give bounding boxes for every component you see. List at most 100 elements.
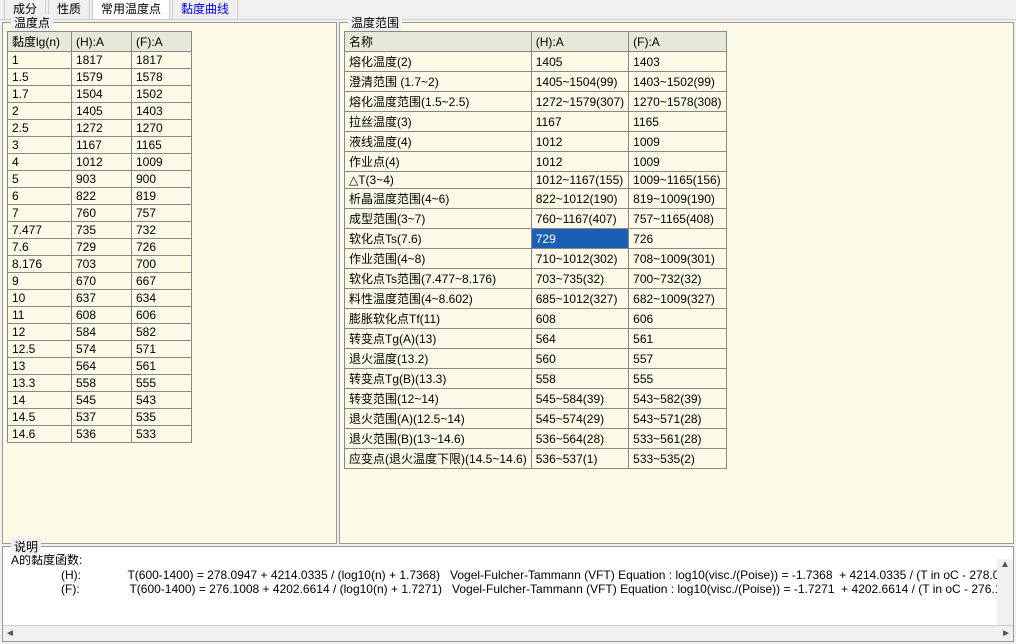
table-row[interactable]: 13564561 <box>8 358 192 375</box>
table-row[interactable]: 液线温度(4)10121009 <box>345 132 727 152</box>
table-cell[interactable]: 1578 <box>132 69 192 86</box>
table-cell[interactable]: 533 <box>132 426 192 443</box>
table-row[interactable]: 7.6729726 <box>8 239 192 256</box>
table-cell[interactable]: 710~1012(302) <box>531 249 628 269</box>
table-cell[interactable]: 543~582(39) <box>629 389 726 409</box>
table-cell[interactable]: 1405 <box>531 52 628 72</box>
table-cell[interactable]: 1012~1167(155) <box>531 172 628 189</box>
table-row[interactable]: 11608606 <box>8 307 192 324</box>
right-table-wrap[interactable]: 名称(H):A(F):A 熔化温度(2)14051403澄清范围 (1.7~2)… <box>340 29 1013 543</box>
table-cell[interactable]: 543~571(28) <box>629 409 726 429</box>
table-cell[interactable]: 1403~1502(99) <box>629 72 726 92</box>
table-cell[interactable]: 726 <box>629 229 726 249</box>
table-row[interactable]: 料性温度范围(4~8.602)685~1012(327)682~1009(327… <box>345 289 727 309</box>
table-cell[interactable]: 拉丝温度(3) <box>345 112 532 132</box>
table-cell[interactable]: 1.7 <box>8 86 72 103</box>
table-row[interactable]: 14.5537535 <box>8 409 192 426</box>
table-cell[interactable]: 708~1009(301) <box>629 249 726 269</box>
table-cell[interactable]: 1009 <box>132 154 192 171</box>
table-cell[interactable]: 582 <box>132 324 192 341</box>
table-row[interactable]: 8.176703700 <box>8 256 192 273</box>
table-cell[interactable]: 1.5 <box>8 69 72 86</box>
table-cell[interactable]: 558 <box>531 369 628 389</box>
table-cell[interactable]: 13 <box>8 358 72 375</box>
table-cell[interactable]: 537 <box>72 409 132 426</box>
table-cell[interactable]: 700~732(32) <box>629 269 726 289</box>
table-cell[interactable]: 12.5 <box>8 341 72 358</box>
left-col-header[interactable]: (H):A <box>72 32 132 52</box>
table-cell[interactable]: 545 <box>72 392 132 409</box>
table-cell[interactable]: 1009 <box>629 152 726 172</box>
table-row[interactable]: 2.512721270 <box>8 120 192 137</box>
table-cell[interactable]: 3 <box>8 137 72 154</box>
table-cell[interactable]: 545~584(39) <box>531 389 628 409</box>
table-row[interactable]: 9670667 <box>8 273 192 290</box>
table-row[interactable]: 214051403 <box>8 103 192 120</box>
table-cell[interactable]: 7.477 <box>8 222 72 239</box>
table-cell[interactable]: 转变范围(12~14) <box>345 389 532 409</box>
table-cell[interactable]: 1167 <box>531 112 628 132</box>
table-cell[interactable]: 2 <box>8 103 72 120</box>
tab-temperature-points[interactable]: 常用温度点 <box>92 0 170 19</box>
table-row[interactable]: 13.3558555 <box>8 375 192 392</box>
table-row[interactable]: 熔化温度范围(1.5~2.5)1272~1579(307)1270~1578(3… <box>345 92 727 112</box>
table-row[interactable]: 析晶温度范围(4~6)822~1012(190)819~1009(190) <box>345 189 727 209</box>
table-cell[interactable]: 1009~1165(156) <box>629 172 726 189</box>
table-row[interactable]: 10637634 <box>8 290 192 307</box>
table-cell[interactable]: 作业范围(4~8) <box>345 249 532 269</box>
table-cell[interactable]: 成型范围(3~7) <box>345 209 532 229</box>
table-cell[interactable]: 536~537(1) <box>531 449 628 469</box>
left-col-header[interactable]: (F):A <box>132 32 192 52</box>
table-cell[interactable]: 析晶温度范围(4~6) <box>345 189 532 209</box>
table-cell[interactable]: 555 <box>629 369 726 389</box>
table-cell[interactable]: 1167 <box>72 137 132 154</box>
table-row[interactable]: 应变点(退火温度下限)(14.5~14.6)536~537(1)533~535(… <box>345 449 727 469</box>
table-cell[interactable]: 1009 <box>629 132 726 152</box>
table-row[interactable]: 成型范围(3~7)760~1167(407)757~1165(408) <box>345 209 727 229</box>
table-cell[interactable]: 1012 <box>531 152 628 172</box>
tab-viscosity-curve[interactable]: 黏度曲线 <box>172 0 238 19</box>
table-cell[interactable]: 14.5 <box>8 409 72 426</box>
table-cell[interactable]: 5 <box>8 171 72 188</box>
table-cell[interactable]: 700 <box>132 256 192 273</box>
table-row[interactable]: 14545543 <box>8 392 192 409</box>
table-cell[interactable]: 1 <box>8 52 72 69</box>
table-cell[interactable]: 1817 <box>132 52 192 69</box>
table-cell[interactable]: 转变点Tg(B)(13.3) <box>345 369 532 389</box>
scroll-right-icon[interactable]: ► <box>1001 628 1011 639</box>
table-cell[interactable]: 熔化温度(2) <box>345 52 532 72</box>
table-cell[interactable]: 1165 <box>132 137 192 154</box>
table-cell[interactable]: 10 <box>8 290 72 307</box>
table-cell[interactable]: 应变点(退火温度下限)(14.5~14.6) <box>345 449 532 469</box>
table-cell[interactable]: 1405 <box>72 103 132 120</box>
table-cell[interactable]: 760~1167(407) <box>531 209 628 229</box>
table-row[interactable]: 软化点Ts范围(7.477~8.176)703~735(32)700~732(3… <box>345 269 727 289</box>
table-cell[interactable]: 4 <box>8 154 72 171</box>
table-row[interactable]: 拉丝温度(3)11671165 <box>345 112 727 132</box>
table-cell[interactable]: 1270 <box>132 120 192 137</box>
table-cell[interactable]: 1504 <box>72 86 132 103</box>
table-row[interactable]: 7.477735732 <box>8 222 192 239</box>
table-cell[interactable]: 760 <box>72 205 132 222</box>
table-cell[interactable]: 退火范围(B)(13~14.6) <box>345 429 532 449</box>
table-cell[interactable]: 11 <box>8 307 72 324</box>
table-cell[interactable]: 667 <box>132 273 192 290</box>
table-row[interactable]: 熔化温度(2)14051403 <box>345 52 727 72</box>
table-cell[interactable]: 退火温度(13.2) <box>345 349 532 369</box>
table-cell[interactable]: 作业点(4) <box>345 152 532 172</box>
table-cell[interactable]: 903 <box>72 171 132 188</box>
table-cell[interactable]: 543 <box>132 392 192 409</box>
table-cell[interactable]: 12 <box>8 324 72 341</box>
table-row[interactable]: 410121009 <box>8 154 192 171</box>
table-cell[interactable]: 729 <box>531 229 628 249</box>
table-row[interactable]: 软化点Ts(7.6)729726 <box>345 229 727 249</box>
table-cell[interactable]: 软化点Ts范围(7.477~8.176) <box>345 269 532 289</box>
table-cell[interactable]: 608 <box>72 307 132 324</box>
table-cell[interactable]: 1272~1579(307) <box>531 92 628 112</box>
table-cell[interactable]: 6 <box>8 188 72 205</box>
table-cell[interactable]: 822 <box>72 188 132 205</box>
table-cell[interactable]: 1272 <box>72 120 132 137</box>
table-cell[interactable]: 536 <box>72 426 132 443</box>
table-cell[interactable]: 900 <box>132 171 192 188</box>
table-row[interactable]: 退火范围(B)(13~14.6)536~564(28)533~561(28) <box>345 429 727 449</box>
